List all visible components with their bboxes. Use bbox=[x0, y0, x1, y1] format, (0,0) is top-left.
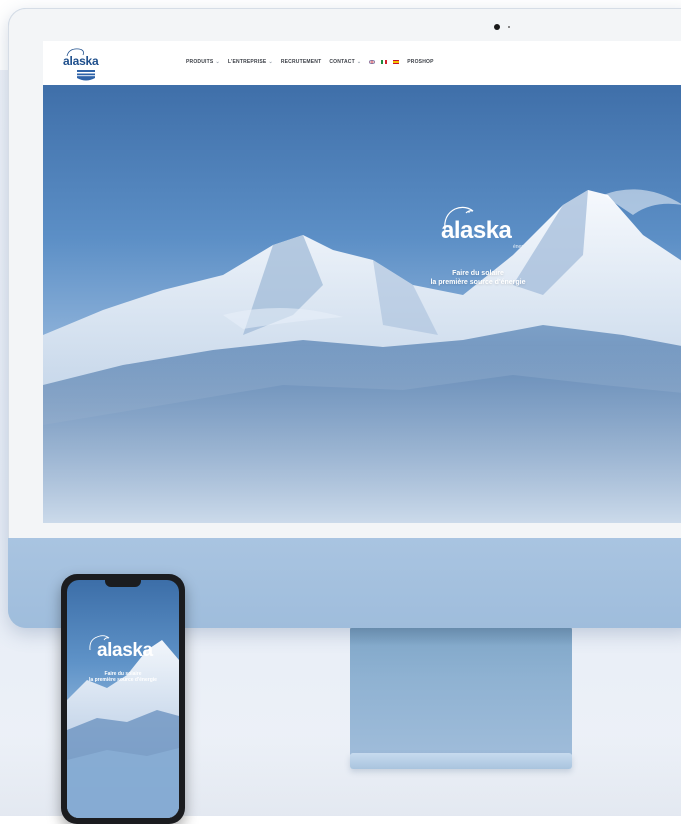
stand-shadow bbox=[350, 628, 572, 646]
logo-wordmark: alaska bbox=[63, 54, 99, 68]
hero-banner: alaska énergies Faire du solaire la prem… bbox=[43, 85, 681, 523]
imac-bezel: alaska PRODUITS ⌄ L'ENTREPRISE ⌄ RECRUTE… bbox=[8, 8, 681, 540]
imac-stand bbox=[350, 628, 572, 756]
phone-tagline: Faire du solaire la première source d'én… bbox=[73, 671, 173, 683]
camera-icon bbox=[494, 24, 500, 30]
polar-bear-logo-icon bbox=[89, 635, 110, 651]
nav-proshop[interactable]: PROSHOP bbox=[407, 59, 433, 65]
language-flags bbox=[369, 60, 400, 64]
main-nav: PRODUITS ⌄ L'ENTREPRISE ⌄ RECRUTEMENT CO… bbox=[186, 59, 434, 65]
chevron-down-icon: ⌄ bbox=[356, 59, 362, 65]
tagline-line: Faire du solaire bbox=[452, 270, 504, 277]
mountain-landscape-image bbox=[43, 189, 681, 523]
nav-label: PRODUITS bbox=[186, 59, 214, 65]
chevron-down-icon: ⌄ bbox=[268, 59, 273, 65]
nav-entreprise[interactable]: L'ENTREPRISE ⌄ bbox=[228, 59, 273, 65]
hero-tagline: Faire du solaire la première source d'én… bbox=[403, 269, 553, 287]
italy-flag-icon[interactable] bbox=[381, 60, 388, 64]
phone-brand: alaska bbox=[89, 635, 153, 662]
spain-flag-icon[interactable] bbox=[393, 60, 400, 64]
phone-mountain-image bbox=[67, 640, 179, 818]
site-navbar: alaska PRODUITS ⌄ L'ENTREPRISE ⌄ RECRUTE… bbox=[43, 41, 681, 86]
nav-label: PROSHOP bbox=[407, 59, 434, 65]
hero-brand-sub: énergies bbox=[513, 244, 533, 250]
phone-notch bbox=[105, 580, 141, 587]
nav-label: L'ENTREPRISE bbox=[227, 59, 267, 65]
hero-brand-name: alaska bbox=[441, 217, 512, 244]
phone-screen: alaska Faire du solaire la première sour… bbox=[67, 580, 179, 818]
camera-led bbox=[508, 26, 510, 28]
imac-screen: alaska PRODUITS ⌄ L'ENTREPRISE ⌄ RECRUTE… bbox=[43, 41, 681, 523]
chevron-down-icon: ⌄ bbox=[215, 59, 220, 65]
site-logo[interactable]: alaska bbox=[61, 46, 111, 82]
imac-stand-base bbox=[350, 753, 572, 769]
tagline-line: la première source d'énergie bbox=[430, 279, 526, 286]
nav-label: RECRUTEMENT bbox=[280, 59, 322, 65]
uk-flag-icon[interactable] bbox=[369, 60, 376, 64]
nav-recrutement[interactable]: RECRUTEMENT bbox=[281, 59, 322, 65]
nav-produits[interactable]: PRODUITS ⌄ bbox=[186, 59, 220, 65]
smartphone: alaska Faire du solaire la première sour… bbox=[61, 574, 185, 824]
tagline-line: la première source d'énergie bbox=[89, 677, 157, 683]
nav-label: CONTACT bbox=[329, 59, 355, 65]
nav-contact[interactable]: CONTACT ⌄ bbox=[329, 59, 361, 65]
